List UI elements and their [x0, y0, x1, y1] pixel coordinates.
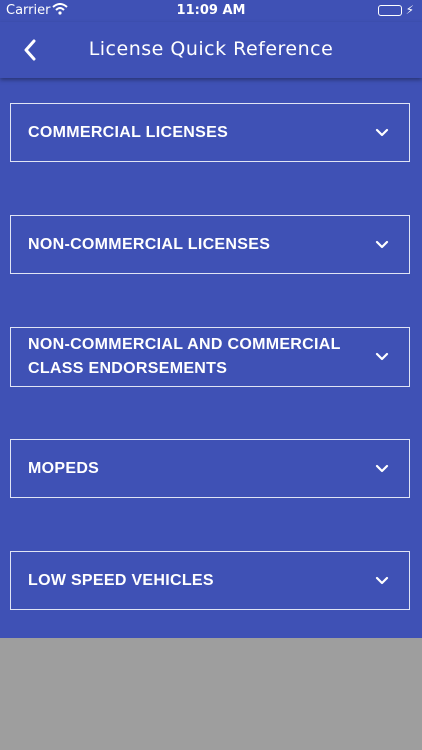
section-label: NON-COMMERCIAL LICENSES: [28, 235, 271, 253]
section-label: COMMERCIAL LICENSES: [28, 123, 229, 141]
chevron-down-icon: [375, 240, 389, 250]
section-mopeds[interactable]: MOPEDS: [10, 439, 410, 498]
battery-icon: [378, 5, 402, 16]
chevron-down-icon: [375, 128, 389, 138]
navigation-bar: License Quick Reference: [0, 22, 422, 78]
page-title: License Quick Reference: [88, 38, 334, 60]
chevron-down-icon: [375, 464, 389, 474]
status-time: 11:09 AM: [176, 3, 246, 18]
status-bar: Carrier 11:09 AM ⚡: [0, 0, 422, 22]
section-low-speed-vehicles[interactable]: LOW SPEED VEHICLES: [10, 551, 410, 610]
section-label: LOW SPEED VEHICLES: [28, 571, 214, 589]
app-screen: Carrier 11:09 AM ⚡ License Quick Referen…: [0, 0, 422, 638]
chevron-down-icon: [375, 352, 389, 362]
section-class-endorsements[interactable]: NON-COMMERCIAL AND COMMERCIAL CLASS ENDO…: [10, 327, 410, 387]
section-non-commercial-licenses[interactable]: NON-COMMERCIAL LICENSES: [10, 215, 410, 274]
charging-icon: ⚡: [405, 3, 414, 17]
chevron-down-icon: [375, 576, 389, 586]
section-label: MOPEDS: [28, 459, 100, 477]
section-commercial-licenses[interactable]: COMMERCIAL LICENSES: [10, 103, 410, 162]
section-label: NON-COMMERCIAL AND COMMERCIAL CLASS ENDO…: [28, 336, 341, 377]
